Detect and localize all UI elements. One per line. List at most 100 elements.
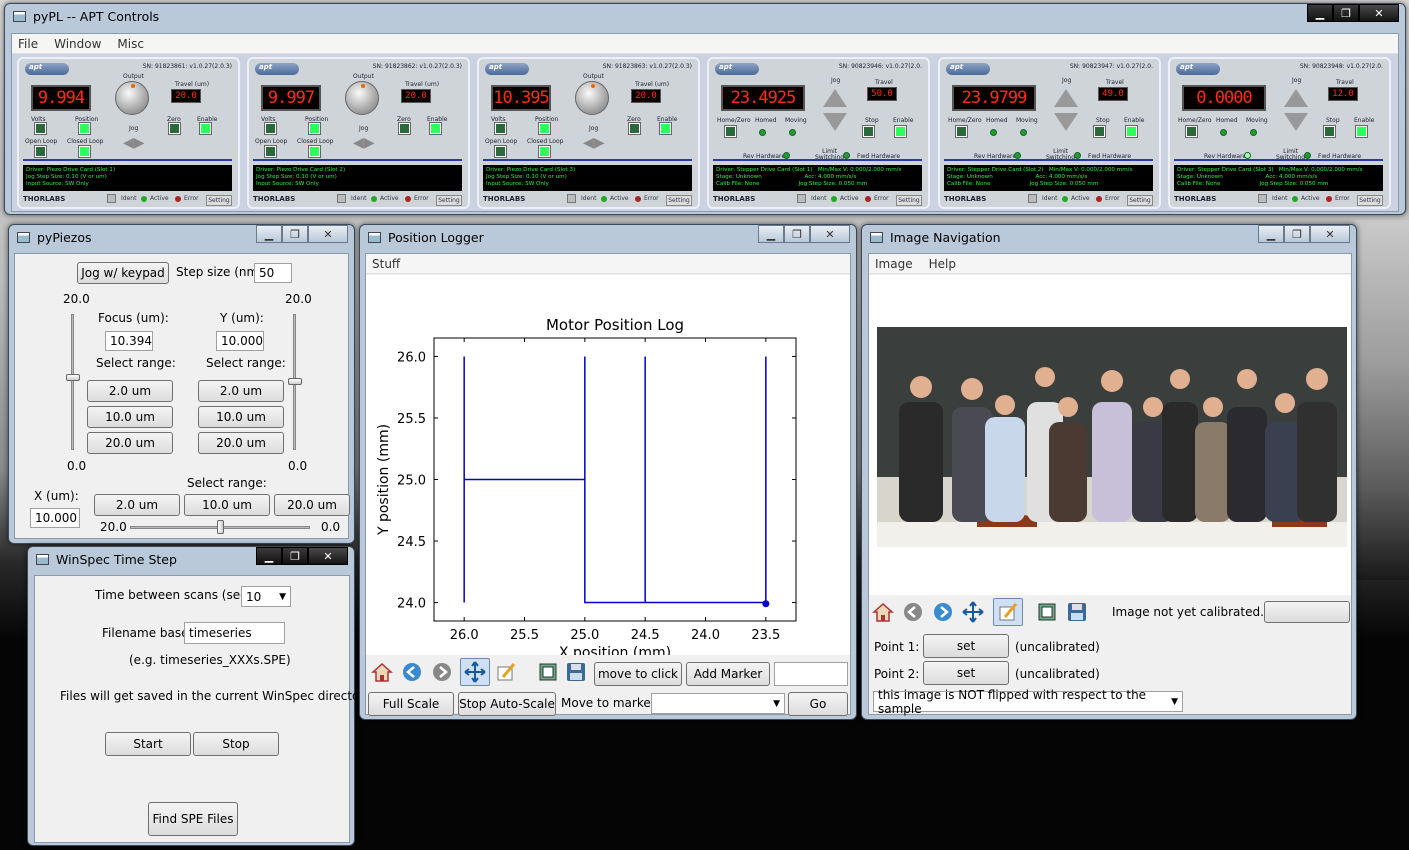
ident-button[interactable] xyxy=(337,194,346,203)
find-spe-button[interactable]: Find SPE Files xyxy=(148,802,238,836)
setting-button[interactable]: Setting xyxy=(206,195,232,206)
group-photo[interactable] xyxy=(877,327,1347,547)
open-loop-button[interactable] xyxy=(265,146,276,157)
setting-button[interactable]: Setting xyxy=(896,195,922,206)
jog-up-icon[interactable] xyxy=(1284,89,1308,107)
logger-titlebar[interactable]: Position Logger ▁ ❐ ✕ xyxy=(360,225,856,251)
marker-name-input[interactable] xyxy=(774,662,848,686)
imagenav-titlebar[interactable]: Image Navigation ▁ ❐ ✕ xyxy=(862,225,1356,251)
move-to-click-button[interactable]: move to click xyxy=(594,662,682,686)
image-canvas[interactable] xyxy=(869,275,1351,595)
volts-button[interactable] xyxy=(495,123,506,134)
focus-range-2-button[interactable]: 2.0 um xyxy=(87,380,173,402)
zero-button[interactable] xyxy=(629,123,640,134)
enable-button[interactable] xyxy=(1356,126,1367,137)
zoom-rect-icon[interactable] xyxy=(993,598,1023,626)
configure-subplots-icon[interactable] xyxy=(536,660,560,684)
open-loop-button[interactable] xyxy=(495,146,506,157)
position-button[interactable] xyxy=(79,123,90,134)
focus-range-10-button[interactable]: 10.0 um xyxy=(87,406,173,428)
zero-button[interactable] xyxy=(399,123,410,134)
focus-slider-thumb[interactable] xyxy=(66,374,80,381)
minimize-button[interactable]: ▁ xyxy=(1307,4,1333,22)
focus-input[interactable]: 10.394 xyxy=(105,331,153,351)
jog-up-icon[interactable] xyxy=(1054,89,1078,107)
time-between-select[interactable]: 10 ▼ xyxy=(241,586,291,607)
maximize-button[interactable]: ❐ xyxy=(1333,4,1359,22)
stop-autoscale-button[interactable]: Stop Auto-Scale xyxy=(458,692,556,716)
full-scale-button[interactable]: Full Scale xyxy=(368,692,454,716)
setting-button[interactable]: Setting xyxy=(666,195,692,206)
pypiezos-titlebar[interactable]: pyPiezos ▁ ❐ ✕ xyxy=(9,225,354,251)
jog-down-icon[interactable] xyxy=(823,113,847,131)
focus-slider-track[interactable] xyxy=(71,314,74,450)
zoom-rect-icon[interactable] xyxy=(494,660,518,684)
menu-image[interactable]: Image xyxy=(875,257,913,271)
y-input[interactable]: 10.000 xyxy=(216,331,264,351)
ident-button[interactable] xyxy=(1028,194,1037,203)
start-button[interactable]: Start xyxy=(105,732,191,756)
close-button[interactable]: ✕ xyxy=(810,225,850,243)
enable-button[interactable] xyxy=(895,126,906,137)
menu-file[interactable]: File xyxy=(18,37,38,51)
enable-button[interactable] xyxy=(1126,126,1137,137)
menu-stuff[interactable]: Stuff xyxy=(372,257,400,271)
focus-range-20-button[interactable]: 20.0 um xyxy=(87,432,173,454)
pan-icon[interactable] xyxy=(460,658,490,686)
menu-window[interactable]: Window xyxy=(54,37,101,51)
x-range-10-button[interactable]: 10.0 um xyxy=(184,494,270,516)
setting-button[interactable]: Setting xyxy=(1127,195,1153,206)
stop-button[interactable]: Stop xyxy=(193,732,279,756)
ident-button[interactable] xyxy=(567,194,576,203)
maximize-button[interactable]: ❐ xyxy=(282,225,308,243)
stop-button[interactable] xyxy=(1324,126,1335,137)
winspec-titlebar[interactable]: WinSpec Time Step ▁ ❐ ✕ xyxy=(28,547,354,573)
enable-button[interactable] xyxy=(200,123,211,134)
y-range-2-button[interactable]: 2.0 um xyxy=(198,380,284,402)
enable-button[interactable] xyxy=(660,123,671,134)
close-button[interactable]: ✕ xyxy=(1310,225,1350,243)
back-arrow-icon[interactable] xyxy=(400,660,424,684)
jog-down-icon[interactable] xyxy=(1054,113,1078,131)
enable-button[interactable] xyxy=(430,123,441,134)
add-marker-button[interactable]: Add Marker xyxy=(686,662,770,686)
forward-arrow-icon[interactable] xyxy=(931,600,955,624)
filename-input[interactable]: timeseries xyxy=(184,622,285,644)
x-input[interactable]: 10.000 xyxy=(30,508,80,528)
closed-loop-button[interactable] xyxy=(309,146,320,157)
step-size-input[interactable]: 50 xyxy=(254,263,292,283)
configure-subplots-icon[interactable] xyxy=(1035,600,1059,624)
volts-button[interactable] xyxy=(35,123,46,134)
point1-set-button[interactable]: set xyxy=(923,634,1009,658)
position-button[interactable] xyxy=(539,123,550,134)
close-button[interactable]: ✕ xyxy=(308,547,348,565)
setting-button[interactable]: Setting xyxy=(436,195,462,206)
save-icon[interactable] xyxy=(564,660,588,684)
marker-select[interactable]: ▼ xyxy=(651,693,785,714)
minimize-button[interactable]: ▁ xyxy=(1258,225,1284,243)
pan-icon[interactable] xyxy=(961,600,985,624)
home-zero-button[interactable] xyxy=(1186,126,1197,137)
jog-up-icon[interactable] xyxy=(823,89,847,107)
volts-button[interactable] xyxy=(265,123,276,134)
setting-button[interactable]: Setting xyxy=(1357,195,1383,206)
close-button[interactable]: ✕ xyxy=(1359,4,1399,22)
y-range-10-button[interactable]: 10.0 um xyxy=(198,406,284,428)
forward-arrow-icon[interactable] xyxy=(430,660,454,684)
maximize-button[interactable]: ❐ xyxy=(1284,225,1310,243)
y-slider-thumb[interactable] xyxy=(288,378,302,385)
position-button[interactable] xyxy=(309,123,320,134)
closed-loop-button[interactable] xyxy=(539,146,550,157)
y-range-20-button[interactable]: 20.0 um xyxy=(198,432,284,454)
home-zero-button[interactable] xyxy=(956,126,967,137)
point2-set-button[interactable]: set xyxy=(923,661,1009,685)
position-log-chart[interactable]: Motor Position Log X position (mm) Y posit… xyxy=(366,275,850,661)
close-button[interactable]: ✕ xyxy=(308,225,348,243)
menu-misc[interactable]: Misc xyxy=(117,37,144,51)
x-range-20-button[interactable]: 20.0 um xyxy=(274,494,350,516)
maximize-button[interactable]: ❐ xyxy=(282,547,308,565)
plot-area[interactable]: Motor Position Log X position (mm) Y posit… xyxy=(366,275,850,661)
home-icon[interactable] xyxy=(370,660,394,684)
ident-button[interactable] xyxy=(1258,194,1267,203)
jog-arrows-icon[interactable]: ◀▶ xyxy=(353,135,375,151)
